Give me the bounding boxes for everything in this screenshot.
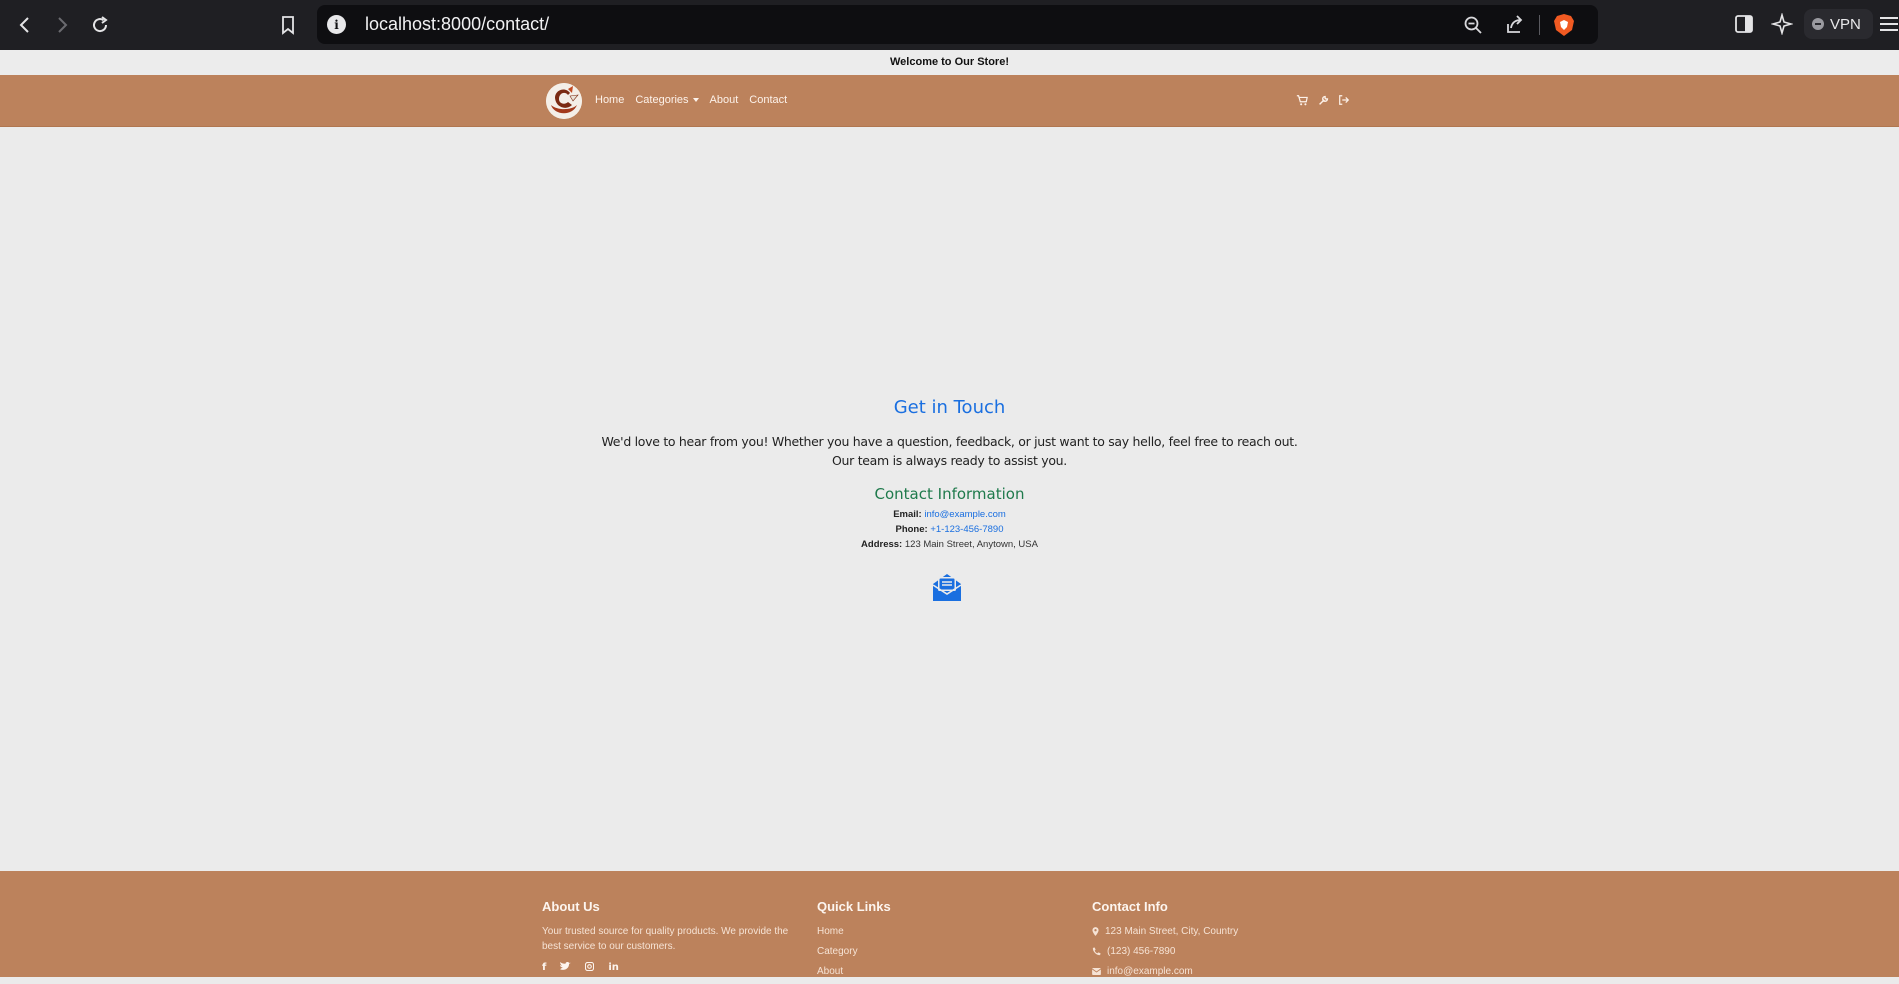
address-label: Address: [861,539,903,550]
address-line: Address: 123 Main Street, Anytown, USA [0,539,1899,550]
map-marker-icon [1092,927,1099,936]
social-links: f in [542,961,802,974]
contact-section: Get in Touch We'd love to hear from you!… [0,127,1899,871]
phone-line: Phone: +1-123-456-7890 [0,524,1899,535]
nav-links: Home Categories About Contact [595,94,798,106]
chevron-down-icon [692,98,699,103]
sidebar-toggle-icon[interactable] [1733,13,1755,35]
welcome-banner: Welcome to Our Store! [0,50,1899,75]
wrench-icon[interactable] [1317,93,1329,107]
page-title: Get in Touch [893,397,1006,418]
footer-about-title: About Us [542,899,600,914]
linkedin-icon[interactable]: in [608,962,619,974]
footer-contact-info: Contact Info 123 Main Street, City, Coun… [1092,899,1352,984]
envelope-open-text-icon [931,572,963,604]
nav-contact[interactable]: Contact [749,94,787,106]
footer-address-text: 123 Main Street, City, Country [1105,926,1239,937]
intro-line-2: Our team is always ready to assist you. [832,453,1067,468]
nav-categories-label: Categories [635,94,689,106]
vpn-status-icon [1812,18,1824,30]
footer-link-home[interactable]: Home [817,924,1077,939]
footer-links-title: Quick Links [817,899,891,914]
menu-icon[interactable] [1878,13,1899,35]
footer-address: 123 Main Street, City, Country [1092,924,1352,939]
instagram-icon[interactable] [585,961,595,974]
nav-categories-dropdown[interactable]: Categories [635,94,699,106]
leo-ai-icon[interactable] [1770,12,1794,36]
site-info-icon[interactable]: i [327,15,346,34]
logout-icon[interactable] [1338,93,1350,107]
reload-icon[interactable] [86,11,114,39]
forward-icon[interactable] [48,11,76,39]
toolbar-divider [1539,15,1540,35]
zoom-out-icon[interactable] [1463,15,1483,35]
url-text[interactable]: localhost:8000/contact/ [365,14,549,35]
vpn-label: VPN [1830,15,1861,33]
nav-about[interactable]: About [710,94,739,106]
intro-line-1: We'd love to hear from you! Whether you … [601,434,1298,449]
phone-icon [1092,947,1101,956]
footer-phone-text: (123) 456-7890 [1107,946,1176,957]
footer-quick-links: Quick Links Home Category About [817,899,1077,984]
address-bar[interactable]: i localhost:8000/contact/ [317,5,1598,44]
phone-label: Phone: [895,524,928,535]
nav-home[interactable]: Home [595,94,624,106]
nav-icons [1296,93,1350,107]
footer-about-text: Your trusted source for quality products… [542,926,789,952]
brave-shields-icon[interactable] [1553,13,1575,37]
address-text: 123 Main Street, Anytown, USA [904,539,1038,550]
footer-link-category[interactable]: Category [817,944,1077,959]
vpn-button[interactable]: VPN [1804,9,1873,39]
share-icon[interactable] [1505,15,1525,35]
contact-info-heading: Contact Information [874,485,1025,503]
email-label: Email: [893,509,922,520]
cart-icon[interactable] [1296,93,1308,107]
bookmark-icon[interactable] [274,11,302,39]
email-line: Email: info@example.com [0,509,1899,520]
phone-link[interactable]: +1-123-456-7890 [930,524,1003,535]
footer-about: About Us Your trusted source for quality… [542,899,802,974]
back-icon[interactable] [11,11,39,39]
intro-text: We'd love to hear from you! Whether you … [0,432,1899,470]
footer-contact-title: Contact Info [1092,899,1168,914]
site-navbar: Home Categories About Contact [0,75,1899,127]
browser-toolbar: i localhost:8000/contact/ VPN [0,0,1899,50]
facebook-icon[interactable]: f [542,962,546,974]
footer-phone: (123) 456-7890 [1092,944,1352,959]
twitter-icon[interactable] [560,961,572,974]
envelope-icon [1092,968,1101,975]
email-link[interactable]: info@example.com [924,509,1005,520]
site-footer: About Us Your trusted source for quality… [0,871,1899,977]
store-logo[interactable] [546,83,582,119]
